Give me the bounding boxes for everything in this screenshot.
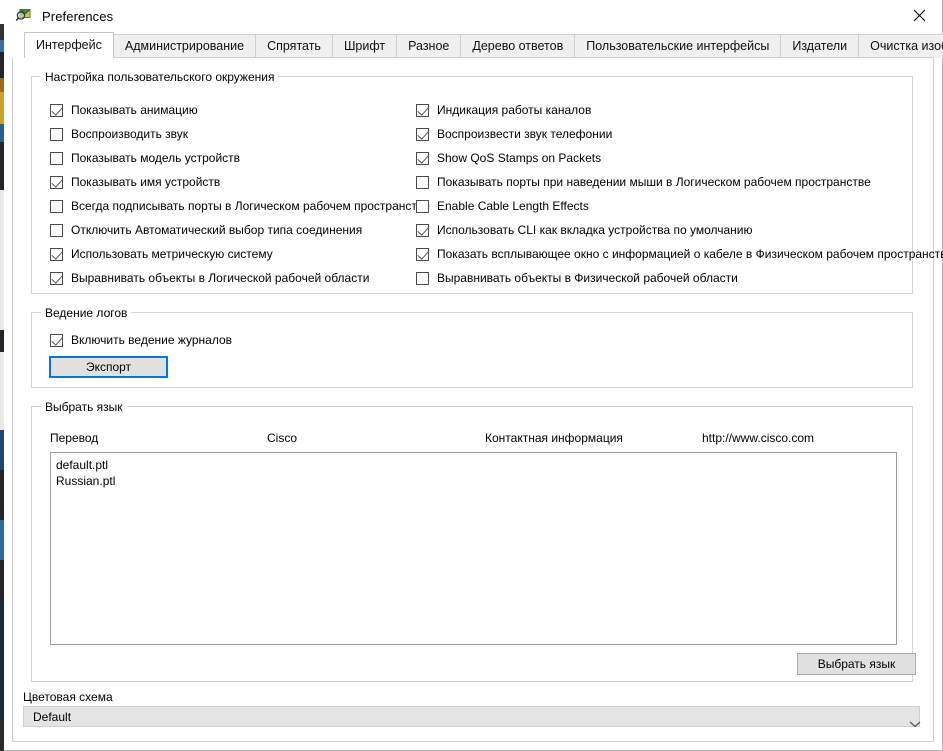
checkbox-label: Показывать анимацию: [71, 103, 198, 117]
checkbox-box[interactable]: [416, 151, 429, 165]
checkbox-use-metric-system[interactable]: Использовать метрическую систему: [50, 247, 273, 261]
language-list[interactable]: default.ptl Russian.ptl: [50, 452, 897, 645]
close-button[interactable]: [896, 0, 942, 31]
checkbox-box[interactable]: [50, 151, 63, 165]
checkbox-box[interactable]: [416, 199, 429, 213]
checkbox-label: Enable Cable Length Effects: [437, 199, 589, 213]
checkbox-box[interactable]: [50, 127, 63, 141]
select-language-group: Выбрать язык Перевод Cisco Контактная ин…: [31, 400, 916, 682]
checkbox-play-telephony-sound[interactable]: Воспроизвести звук телефонии: [416, 127, 612, 141]
checkbox-box[interactable]: [50, 103, 63, 117]
user-environment-group: Настройка пользовательского окружения По…: [31, 70, 943, 294]
checkbox-label: Показывать порты при наведении мыши в Ло…: [437, 175, 871, 189]
checkbox-box[interactable]: [50, 223, 63, 237]
checkbox-box[interactable]: [416, 271, 429, 285]
select-language-button[interactable]: Выбрать язык: [797, 653, 916, 675]
tab-interface[interactable]: Интерфейс: [24, 32, 114, 58]
checkbox-box[interactable]: [416, 247, 429, 261]
checkbox-align-objects-logical[interactable]: Выравнивать объекты в Логической рабочей…: [50, 271, 369, 285]
checkbox-cli-default-tab[interactable]: Использовать CLI как вкладка устройства …: [416, 223, 752, 237]
checkbox-box[interactable]: [50, 199, 63, 213]
tab-image-cleanup[interactable]: Очистка изображений: [858, 34, 943, 58]
logging-group: Ведение логов Включить ведение журналов …: [31, 306, 913, 388]
list-item[interactable]: Russian.ptl: [54, 473, 896, 489]
checkbox-label: Показать всплывающее окно с информацией …: [437, 247, 943, 261]
tab-panel-interface: Настройка пользовательского окружения По…: [12, 58, 943, 742]
checkbox-label: Показывать имя устройств: [71, 175, 221, 189]
export-logs-button[interactable]: Экспорт: [49, 356, 168, 378]
checkbox-box[interactable]: [416, 103, 429, 117]
tab-hide[interactable]: Спрятать: [255, 34, 333, 58]
tab-misc[interactable]: Разное: [396, 34, 462, 58]
checkbox-box[interactable]: [416, 223, 429, 237]
tab-bar: Интерфейс Администрирование Спрятать Шри…: [4, 32, 943, 58]
checkbox-box[interactable]: [416, 127, 429, 141]
user-environment-legend: Настройка пользовательского окружения: [41, 70, 279, 84]
checkbox-label: Выравнивать объекты в Физической рабочей…: [437, 271, 738, 285]
checkbox-play-sound[interactable]: Воспроизводить звук: [50, 127, 188, 141]
tab-administration[interactable]: Администрирование: [112, 34, 257, 58]
checkbox-show-device-model[interactable]: Показывать модель устройств: [50, 151, 240, 165]
column-header-contact-info: Контактная информация: [485, 431, 623, 445]
logging-legend: Ведение логов: [41, 306, 132, 320]
checkbox-label: Воспроизводить звук: [71, 127, 189, 141]
tab-font[interactable]: Шрифт: [331, 34, 398, 58]
checkbox-label: Всегда подписывать порты в Логическом ра…: [71, 199, 430, 213]
title-bar: Preferences: [4, 0, 942, 32]
checkbox-label: Show QoS Stamps on Packets: [437, 151, 602, 165]
window-title: Preferences: [42, 8, 114, 24]
checkbox-enable-logging[interactable]: Включить ведение журналов: [50, 333, 232, 347]
list-item[interactable]: default.ptl: [54, 457, 896, 473]
close-icon: [913, 9, 925, 22]
color-scheme-label: Цветовая схема: [23, 690, 113, 704]
checkbox-show-qos-stamps[interactable]: Show QoS Stamps on Packets: [416, 151, 601, 165]
column-header-website: http://www.cisco.com: [702, 431, 815, 445]
checkbox-show-ports-on-hover[interactable]: Показывать порты при наведении мыши в Ло…: [416, 175, 871, 189]
checkbox-label: Использовать метрическую систему: [71, 247, 273, 261]
checkbox-show-animation[interactable]: Показывать анимацию: [50, 103, 198, 117]
checkbox-show-cable-info-popup[interactable]: Показать всплывающее окно с информацией …: [416, 247, 943, 261]
tab-answer-tree[interactable]: Дерево ответов: [460, 34, 576, 58]
checkbox-disable-auto-cable[interactable]: Отключить Автоматический выбор типа соед…: [50, 223, 362, 237]
select-language-legend: Выбрать язык: [41, 400, 127, 414]
checkbox-label: Показывать модель устройств: [71, 151, 241, 165]
column-header-translation: Перевод: [50, 431, 99, 445]
checkbox-label: Использовать CLI как вкладка устройства …: [437, 223, 753, 237]
preferences-window: Preferences Интерфейс Администрирование …: [4, 0, 943, 751]
checkbox-box[interactable]: [50, 271, 63, 285]
checkbox-label: Индикация работы каналов: [437, 103, 592, 117]
color-scheme-value: Default: [33, 709, 72, 724]
checkbox-label: Воспроизвести звук телефонии: [437, 127, 613, 141]
tab-custom-interfaces[interactable]: Пользовательские интерфейсы: [574, 34, 782, 58]
tab-publishers[interactable]: Издатели: [780, 34, 860, 58]
checkbox-box[interactable]: [50, 333, 63, 347]
checkbox-show-link-lights[interactable]: Индикация работы каналов: [416, 103, 591, 117]
checkbox-box[interactable]: [50, 247, 63, 261]
checkbox-box[interactable]: [416, 175, 429, 189]
checkbox-enable-cable-length-effects[interactable]: Enable Cable Length Effects: [416, 199, 589, 213]
checkbox-label: Отключить Автоматический выбор типа соед…: [71, 223, 363, 237]
checkbox-always-label-ports-logical[interactable]: Всегда подписывать порты в Логическом ра…: [50, 199, 430, 213]
checkbox-align-objects-physical[interactable]: Выравнивать объекты в Физической рабочей…: [416, 271, 738, 285]
column-header-cisco: Cisco: [267, 431, 298, 445]
checkbox-box[interactable]: [50, 175, 63, 189]
checkbox-label: Включить ведение журналов: [71, 333, 233, 347]
checkbox-show-device-name[interactable]: Показывать имя устройств: [50, 175, 220, 189]
packet-tracer-icon: [15, 7, 33, 25]
checkbox-label: Выравнивать объекты в Логической рабочей…: [71, 271, 370, 285]
color-scheme-select[interactable]: Default: [23, 706, 921, 727]
